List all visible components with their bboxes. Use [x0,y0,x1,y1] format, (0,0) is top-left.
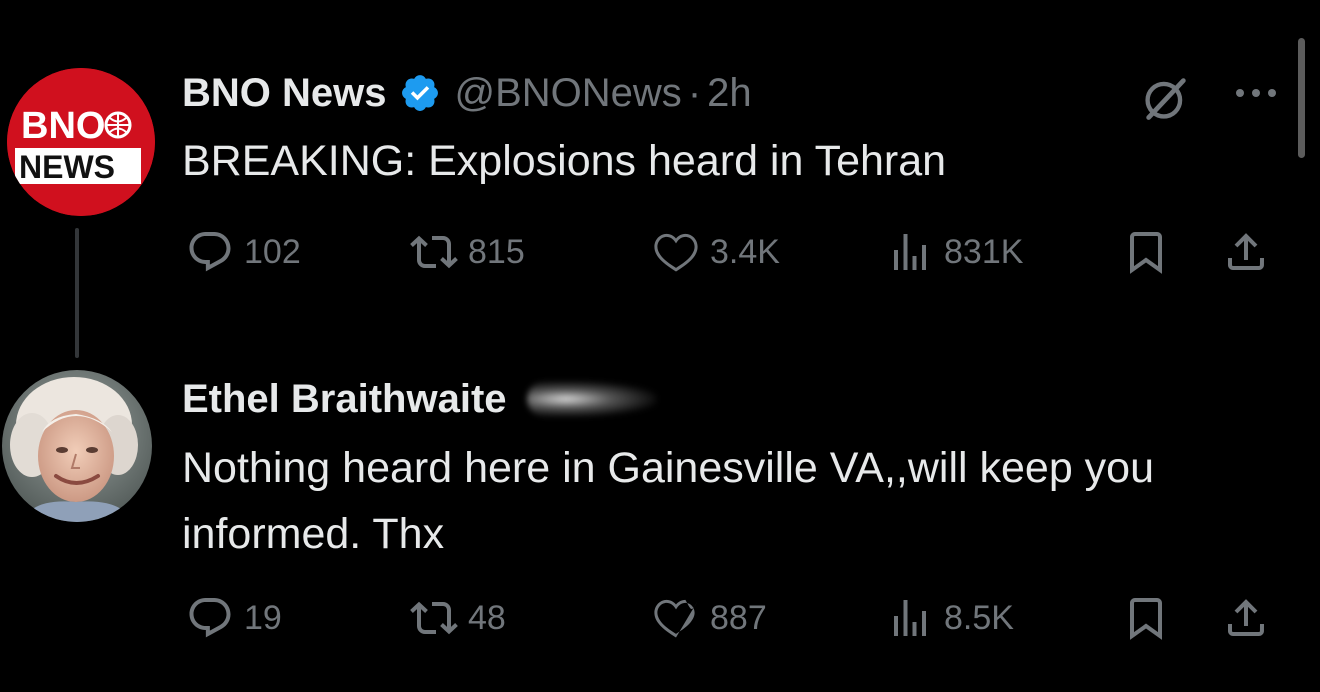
analytics-icon [894,234,926,270]
tweet-text: BREAKING: Explosions heard in Tehran [182,137,947,185]
display-name[interactable]: Ethel Braithwaite [182,377,507,422]
like-count: 3.4K [710,232,780,271]
reply-button[interactable]: 19 [186,590,282,646]
logo-text-news: NEWS [19,149,115,185]
separator-dot: · [687,70,702,115]
like-button[interactable]: 3.4K [652,224,780,280]
grok-icon[interactable] [1140,72,1192,124]
tweet-header: Ethel Braithwaite [182,374,657,424]
views-button[interactable]: 831K [886,224,1023,280]
retweet-icon [410,601,458,635]
retweet-button[interactable]: 48 [410,590,506,646]
tweet-header: BNO News @BNONews · 2h [182,68,752,118]
share-icon [1228,599,1264,636]
profile-photo-elderly-woman [2,370,152,522]
logo-text-bno: BNO [21,105,105,147]
timestamp[interactable]: 2h [707,71,752,116]
retweet-button[interactable]: 815 [410,224,525,280]
handle[interactable]: @BNONews [455,71,682,116]
tweet-bno-news[interactable]: BNO NEWS BNO News @BNONews · 2h BREAKING… [0,0,1320,358]
blurred-handle [526,381,657,417]
analytics-icon [894,600,926,636]
display-name[interactable]: BNO News [182,71,387,116]
scrollbar[interactable] [1298,38,1305,158]
share-icon [1228,233,1264,270]
avatar-ethel-braithwaite[interactable] [2,370,152,522]
views-button[interactable]: 8.5K [886,590,1014,646]
tweet-actions: 19 48 887 8.5K [186,590,1286,646]
heart-icon [654,233,698,272]
bookmark-icon [1130,598,1162,640]
like-count: 887 [710,598,767,637]
more-icon[interactable] [1228,68,1284,118]
bookmark-icon [1130,232,1162,274]
share-button[interactable] [1222,224,1270,280]
bno-news-logo: BNO NEWS [7,68,155,216]
retweet-count: 815 [468,232,525,271]
heart-icon [654,599,699,638]
like-button[interactable]: 887 [652,590,767,646]
reply-icon [189,598,231,638]
reply-count: 19 [244,598,282,637]
verified-badge-icon [401,75,438,111]
bookmark-button[interactable] [1122,590,1170,646]
retweet-count: 48 [468,598,506,637]
share-button[interactable] [1222,590,1270,646]
avatar-bno-news[interactable]: BNO NEWS [7,68,155,216]
retweet-icon [410,235,458,269]
reply-button[interactable]: 102 [186,224,301,280]
tweet-text: Nothing heard here in Gainesville VA,,wi… [182,444,1155,558]
reply-icon [189,232,231,272]
views-count: 8.5K [944,598,1014,637]
reply-count: 102 [244,232,301,271]
tweet-actions: 102 815 3.4K 831K [186,224,1286,280]
tweet-reply-ethel[interactable]: Ethel Braithwaite Nothing heard here in … [0,330,1320,692]
views-count: 831K [944,232,1024,271]
bookmark-button[interactable] [1122,224,1170,280]
